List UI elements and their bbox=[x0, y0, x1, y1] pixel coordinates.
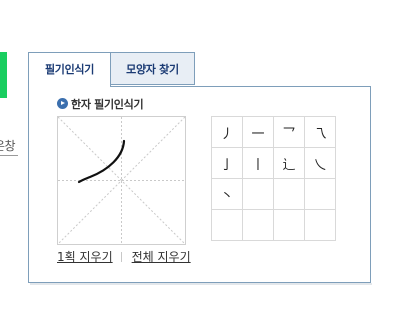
candidate-cell bbox=[304, 178, 336, 210]
candidate-cell bbox=[242, 178, 274, 210]
candidate-cell[interactable]: 乁 bbox=[304, 116, 336, 148]
page: 은창 필기인식기 모양자 찾기 한자 필기인식기 丿 一 乛 乁 亅 丨 辶 乀 bbox=[0, 0, 419, 317]
cropped-link-underline bbox=[0, 155, 18, 156]
candidate-cell[interactable]: 辶 bbox=[273, 147, 305, 179]
candidate-cell[interactable]: 丶 bbox=[211, 178, 243, 210]
bullet-arrow-icon bbox=[57, 98, 68, 109]
candidate-cell[interactable]: 丿 bbox=[211, 116, 243, 148]
section-title-text: 한자 필기인식기 bbox=[71, 98, 144, 111]
handwritten-stroke bbox=[77, 139, 126, 184]
clear-all-link[interactable]: 전체 지우기 bbox=[132, 250, 191, 264]
erase-links: 1획 지우기 전체 지우기 bbox=[57, 249, 191, 265]
undo-stroke-link[interactable]: 1획 지우기 bbox=[57, 250, 113, 264]
tab-shape-search[interactable]: 모양자 찾기 bbox=[111, 52, 195, 85]
candidate-cell[interactable]: 乀 bbox=[304, 147, 336, 179]
candidate-cell bbox=[273, 209, 305, 241]
candidate-cell bbox=[242, 209, 274, 241]
cropped-link-text[interactable]: 은창 bbox=[0, 137, 16, 154]
panel-shadow bbox=[30, 283, 372, 285]
tab-handwriting-recognizer[interactable]: 필기인식기 bbox=[28, 52, 111, 87]
handwriting-canvas[interactable] bbox=[57, 116, 186, 245]
candidate-cell[interactable]: 丨 bbox=[242, 147, 274, 179]
candidate-cell bbox=[211, 209, 243, 241]
section-title: 한자 필기인식기 bbox=[57, 98, 144, 112]
green-accent-bar bbox=[0, 52, 7, 98]
candidate-cell bbox=[273, 178, 305, 210]
candidate-cell[interactable]: 一 bbox=[242, 116, 274, 148]
link-separator bbox=[120, 252, 122, 262]
candidate-cell[interactable]: 亅 bbox=[211, 147, 243, 179]
candidate-stroke-grid: 丿 一 乛 乁 亅 丨 辶 乀 丶 bbox=[211, 116, 336, 241]
candidate-cell[interactable]: 乛 bbox=[273, 116, 305, 148]
canvas-guides bbox=[58, 117, 185, 244]
candidate-cell bbox=[304, 209, 336, 241]
